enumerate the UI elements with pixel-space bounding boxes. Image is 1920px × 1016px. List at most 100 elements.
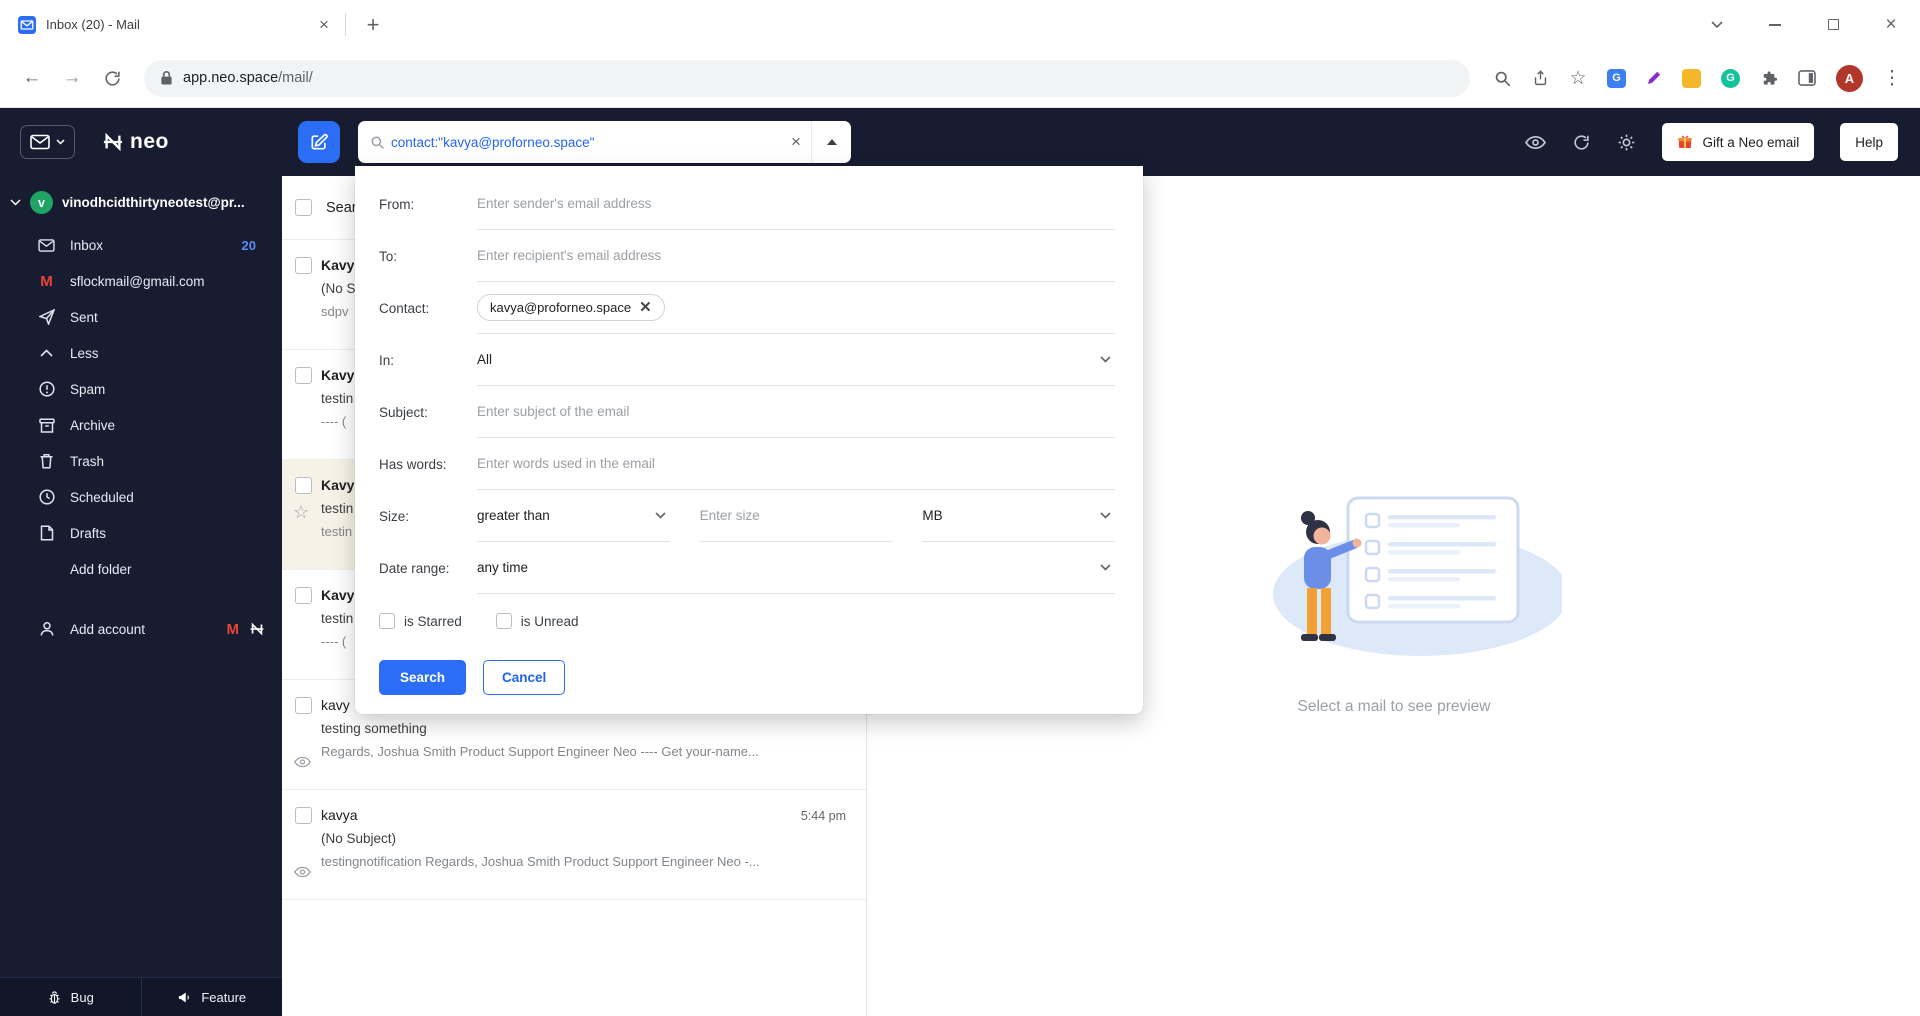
to-input[interactable] bbox=[477, 248, 1115, 263]
forward-icon[interactable]: → bbox=[54, 60, 90, 96]
help-button[interactable]: Help bbox=[1840, 123, 1898, 161]
size-label: Size: bbox=[379, 508, 410, 524]
is-unread-checkbox[interactable]: is Unread bbox=[495, 613, 579, 629]
reload-icon[interactable] bbox=[94, 60, 130, 96]
sidebar-item-inbox[interactable]: Inbox 20 bbox=[0, 227, 282, 263]
pen-extension-icon[interactable] bbox=[1646, 70, 1662, 86]
collapse-search-icon[interactable] bbox=[811, 121, 851, 163]
tab-close-icon[interactable]: × bbox=[314, 15, 334, 35]
gmail-provider-icon[interactable]: M bbox=[227, 621, 240, 638]
side-panel-icon[interactable] bbox=[1789, 60, 1825, 96]
sidebar-item-less[interactable]: Less bbox=[0, 335, 282, 371]
contact-chip[interactable]: kavya@proforneo.space ✕ bbox=[477, 294, 665, 321]
account-selector[interactable]: v vinodhcidthirtyneotest@pr... bbox=[0, 176, 282, 227]
zoom-icon[interactable] bbox=[1484, 60, 1520, 96]
row-checkbox[interactable] bbox=[295, 477, 312, 494]
sidebar-item-trash[interactable]: Trash bbox=[0, 443, 282, 479]
row-checkbox[interactable] bbox=[295, 807, 312, 824]
person-icon bbox=[38, 621, 55, 637]
sidebar-item-drafts[interactable]: Drafts bbox=[0, 515, 282, 551]
draft-icon bbox=[38, 525, 55, 541]
tab-search-chevron-icon[interactable] bbox=[1688, 0, 1746, 49]
chevron-up-icon bbox=[38, 349, 55, 357]
gift-neo-email-button[interactable]: Gift a Neo email bbox=[1662, 123, 1815, 161]
browser-menu-icon[interactable]: ⋮ bbox=[1874, 60, 1910, 96]
bug-icon bbox=[49, 990, 60, 1004]
lock-icon bbox=[160, 70, 173, 86]
chip-remove-icon[interactable]: ✕ bbox=[639, 300, 652, 315]
in-select[interactable]: All bbox=[477, 334, 1115, 386]
search-button[interactable]: Search bbox=[379, 660, 467, 695]
row-checkbox[interactable] bbox=[295, 367, 312, 384]
clear-search-icon[interactable]: × bbox=[781, 132, 811, 152]
from-input[interactable] bbox=[477, 196, 1115, 211]
sidebar-item-spam[interactable]: Spam bbox=[0, 371, 282, 407]
empty-state-text: Select a mail to see preview bbox=[1297, 698, 1491, 715]
subject-label: Subject: bbox=[379, 404, 428, 420]
neo-provider-icon[interactable] bbox=[250, 622, 264, 636]
help-button-label: Help bbox=[1855, 134, 1883, 150]
new-tab-button[interactable]: + bbox=[356, 8, 390, 42]
tab-title: Inbox (20) - Mail bbox=[46, 17, 140, 32]
starred-checkbox-input[interactable] bbox=[379, 613, 395, 629]
sidebar-item-add-folder[interactable]: Add folder bbox=[0, 551, 282, 587]
size-input[interactable] bbox=[699, 508, 893, 523]
refresh-icon[interactable] bbox=[1572, 133, 1591, 152]
subject-input[interactable] bbox=[477, 404, 1115, 419]
star-icon[interactable]: ☆ bbox=[293, 502, 309, 523]
row-checkbox[interactable] bbox=[295, 697, 312, 714]
read-receipts-eye-icon[interactable] bbox=[1525, 135, 1547, 150]
row-checkbox[interactable] bbox=[295, 587, 312, 604]
back-icon[interactable]: ← bbox=[14, 60, 50, 96]
maximize-button[interactable] bbox=[1804, 0, 1862, 49]
mail-search-input[interactable] bbox=[385, 134, 781, 150]
read-receipt-eye-icon bbox=[294, 866, 311, 878]
empty-state-illustration bbox=[1273, 496, 1562, 656]
mail-row[interactable]: kavya 5:44 pm (No Subject) testingnotifi… bbox=[282, 790, 866, 900]
unread-checkbox-input[interactable] bbox=[495, 613, 512, 629]
bookmark-star-icon[interactable]: ☆ bbox=[1560, 60, 1596, 96]
is-starred-checkbox[interactable]: is Starred bbox=[379, 613, 462, 629]
select-all-checkbox[interactable] bbox=[295, 199, 312, 216]
clock-icon bbox=[38, 489, 55, 505]
header-right-actions: Gift a Neo email Help bbox=[1525, 123, 1920, 161]
haswords-input[interactable] bbox=[477, 456, 1115, 471]
bug-button[interactable]: Bug bbox=[0, 978, 141, 1016]
sidebar-item-sent[interactable]: Sent bbox=[0, 299, 282, 335]
daterange-select[interactable]: any time bbox=[477, 542, 1115, 594]
subject-row: Subject: bbox=[379, 386, 1115, 438]
grammarly-extension-icon[interactable]: G bbox=[1721, 68, 1740, 88]
feature-button[interactable]: Feature bbox=[140, 978, 283, 1016]
inbox-unread-count: 20 bbox=[241, 237, 256, 253]
mail-search-bar[interactable]: × bbox=[358, 121, 851, 163]
list-title: Sear bbox=[326, 199, 357, 216]
sidebar-item-scheduled[interactable]: Scheduled bbox=[0, 479, 282, 515]
share-icon[interactable] bbox=[1522, 60, 1558, 96]
sidebar-item-archive[interactable]: Archive bbox=[0, 407, 282, 443]
profile-avatar[interactable]: A bbox=[1836, 64, 1863, 92]
size-unit-select[interactable]: MB bbox=[922, 490, 1116, 542]
sidebar-item-gmail-account[interactable]: M sflockmail@gmail.com bbox=[0, 263, 282, 299]
haswords-row: Has words: bbox=[379, 438, 1115, 490]
extensions-puzzle-icon[interactable] bbox=[1751, 60, 1787, 96]
cancel-button[interactable]: Cancel bbox=[483, 660, 566, 695]
daterange-row: Date range: any time bbox=[379, 542, 1115, 594]
translate-extension-icon[interactable]: G bbox=[1607, 68, 1626, 88]
feedback-footer: Bug Feature bbox=[0, 977, 282, 1016]
browser-tab[interactable]: Inbox (20) - Mail × bbox=[0, 0, 346, 49]
minimize-button[interactable] bbox=[1746, 0, 1804, 49]
address-bar[interactable]: app.neo.space/mail/ bbox=[144, 59, 1470, 97]
size-operator-select[interactable]: greater than bbox=[477, 490, 670, 542]
panel-actions: Search Cancel bbox=[379, 660, 1115, 695]
close-button[interactable]: × bbox=[1862, 0, 1920, 49]
add-account-button[interactable]: Add account M bbox=[0, 611, 282, 647]
inbox-icon bbox=[38, 238, 55, 252]
row-checkbox[interactable] bbox=[295, 257, 312, 274]
settings-gear-icon[interactable] bbox=[1617, 133, 1636, 152]
gift-icon bbox=[1678, 135, 1693, 148]
compose-button[interactable] bbox=[298, 121, 340, 163]
browser-toolbar: ← → app.neo.space/mail/ ☆ G G A ⋮ bbox=[0, 49, 1920, 108]
mail-app-switcher[interactable] bbox=[20, 125, 75, 159]
yellow-extension-icon[interactable] bbox=[1682, 68, 1701, 88]
browser-tabstrip: Inbox (20) - Mail × + × bbox=[0, 0, 1920, 49]
